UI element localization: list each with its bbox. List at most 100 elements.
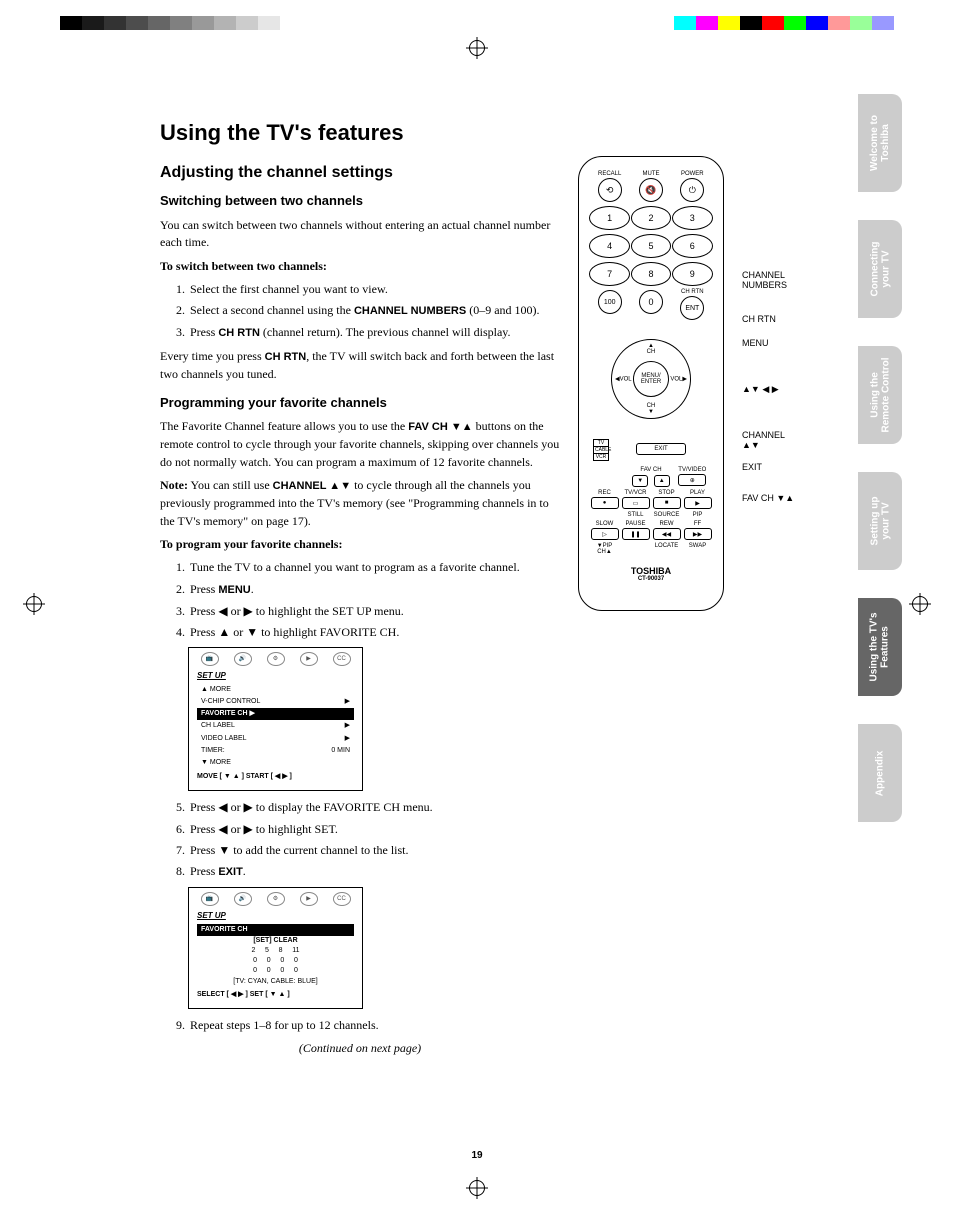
osd-title: SET UP: [197, 670, 354, 682]
callout-chrtn: CH RTN: [742, 314, 776, 324]
tvvcr-button: ▭: [622, 497, 650, 509]
continued-text: (Continued on next page): [160, 1040, 560, 1057]
favch-up: ▲: [654, 475, 670, 487]
menu-enter-button: MENU/ ENTER: [633, 361, 669, 397]
osd-title: SET UP: [197, 910, 354, 922]
print-color-bars: [674, 16, 894, 30]
osd-menu-favorite: 📺 🔊 ⚙ ▶ CC SET UP FAVORITE CH [SET] CLEA…: [188, 887, 363, 1009]
steps-list: Repeat steps 1–8 for up to 12 channels.: [160, 1017, 560, 1034]
osd-icon: 📺: [201, 652, 219, 666]
registration-mark-right: [912, 596, 928, 612]
step: Press ◀ or ▶ to highlight SET.: [188, 821, 560, 838]
step: Press ◀ or ▶ to highlight the SET UP men…: [188, 603, 560, 620]
note-text: Note: You can still use CHANNEL ▲▼ to cy…: [160, 477, 560, 530]
rew-button: ◀◀: [653, 528, 681, 540]
num-0: 0: [639, 290, 663, 314]
step: Press ◀ or ▶ to display the FAVORITE CH …: [188, 799, 560, 816]
exit-button: EXIT: [636, 443, 686, 455]
osd-icon: 🔊: [234, 892, 252, 906]
tab-remote: Using the Remote Control: [858, 346, 902, 444]
osd-row-selected: FAVORITE CH: [197, 924, 354, 936]
osd-row: 2 5 8 11: [197, 946, 354, 956]
osd-icon: ▶: [300, 652, 318, 666]
tab-appendix: Appendix: [858, 724, 902, 822]
page-title: Using the TV's features: [160, 120, 720, 146]
side-tabs: Welcome to Toshiba Connecting your TV Us…: [858, 94, 902, 850]
step: Tune the TV to a channel you want to pro…: [188, 559, 560, 576]
slow-button: ▷: [591, 528, 619, 540]
print-bw-bars: [60, 16, 280, 30]
ff-button: ▶▶: [684, 528, 712, 540]
tab-setup: Setting up your TV: [858, 472, 902, 570]
recall-button: ⟲: [598, 178, 622, 202]
steps-list: Press ◀ or ▶ to display the FAVORITE CH …: [160, 799, 560, 881]
osd-row: CH LABEL▶: [197, 720, 354, 732]
body-text: To switch between two channels:: [160, 258, 560, 275]
remote-diagram: RECALL⟲ MUTE🔇 POWER⏻ 1 2 3 4 5 6 7 8 9 1…: [578, 156, 724, 611]
osd-footer: MOVE [ ▼ ▲ ] START [ ◀ ▶ ]: [197, 769, 354, 782]
step: Press CH RTN (channel return). The previ…: [188, 324, 560, 342]
callout-arrows: ▲▼ ◀ ▶: [742, 384, 779, 395]
text-column: Switching between two channels You can s…: [160, 192, 560, 1058]
registration-mark-top: [469, 40, 485, 56]
stop-button: ■: [653, 497, 681, 509]
osd-row: 0 0 0 0: [197, 956, 354, 966]
pause-button: ❚❚: [622, 528, 650, 540]
body-text: You can switch between two channels with…: [160, 217, 560, 252]
brand-logo: TOSHIBA: [589, 566, 713, 576]
osd-row: [TV: CYAN, CABLE: BLUE]: [197, 977, 354, 987]
callout-channel-ud: CHANNEL ▲▼: [742, 430, 785, 450]
osd-row: V-CHIP CONTROL▶: [197, 696, 354, 708]
step: Press ▼ to add the current channel to th…: [188, 842, 560, 859]
play-button: ▶: [684, 497, 712, 509]
num-2: 2: [631, 206, 672, 230]
osd-row: 0 0 0 0: [197, 966, 354, 976]
steps-list: Select the first channel you want to vie…: [160, 281, 560, 342]
tab-welcome: Welcome to Toshiba: [858, 94, 902, 192]
step: Press MENU.: [188, 581, 560, 599]
num-7: 7: [589, 262, 630, 286]
body-text: The Favorite Channel feature allows you …: [160, 418, 560, 471]
step: Press EXIT.: [188, 863, 560, 881]
subsection-heading: Switching between two channels: [160, 192, 560, 211]
callout-favch: FAV CH ▼▲: [742, 493, 794, 503]
num-4: 4: [589, 234, 630, 258]
registration-mark-bottom: [469, 1180, 485, 1196]
osd-icon: CC: [333, 892, 351, 906]
subsection-heading: Programming your favorite channels: [160, 394, 560, 413]
num-8: 8: [631, 262, 672, 286]
osd-menu-setup: 📺 🔊 ⚙ ▶ CC SET UP ▲ MORE V-CHIP CONTROL▶…: [188, 647, 363, 791]
body-text: To program your favorite channels:: [160, 536, 560, 553]
ent-button: ENT: [680, 296, 704, 320]
tab-features: Using the TV's Features: [858, 598, 902, 696]
step: Select a second channel using the CHANNE…: [188, 302, 560, 320]
num-1: 1: [589, 206, 630, 230]
osd-icon: 📺: [201, 892, 219, 906]
model-number: CT-90037: [589, 576, 713, 582]
osd-icon: CC: [333, 652, 351, 666]
step: Repeat steps 1–8 for up to 12 channels.: [188, 1017, 560, 1034]
rec-button: ●: [591, 497, 619, 509]
osd-row: TIMER:0 MIN: [197, 745, 354, 757]
osd-footer: SELECT [ ◀ ▶ ] SET [ ▼ ▲ ]: [197, 987, 354, 1000]
tvvideo-button: ⊕: [678, 474, 706, 486]
num-3: 3: [672, 206, 713, 230]
callout-channel-numbers: CHANNEL NUMBERS: [742, 270, 787, 290]
favch-down: ▼: [632, 475, 648, 487]
callout-menu: MENU: [742, 338, 769, 348]
num-9: 9: [672, 262, 713, 286]
tab-connecting: Connecting your TV: [858, 220, 902, 318]
osd-icon: ⚙: [267, 652, 285, 666]
osd-icon: 🔊: [234, 652, 252, 666]
registration-mark-left: [26, 596, 42, 612]
steps-list: Tune the TV to a channel you want to pro…: [160, 559, 560, 641]
osd-icon: ⚙: [267, 892, 285, 906]
osd-icon: ▶: [300, 892, 318, 906]
mute-button: 🔇: [639, 178, 663, 202]
power-button: ⏻: [680, 178, 704, 202]
body-text: Every time you press CH RTN, the TV will…: [160, 348, 560, 383]
mode-slider: TVCABLEVCR: [593, 439, 609, 461]
step: Select the first channel you want to vie…: [188, 281, 560, 298]
dpad: ▲CH CH▼ ◀VOL VOL▶ MENU/ ENTER: [601, 329, 701, 429]
step: Press ▲ or ▼ to highlight FAVORITE CH.: [188, 624, 560, 641]
